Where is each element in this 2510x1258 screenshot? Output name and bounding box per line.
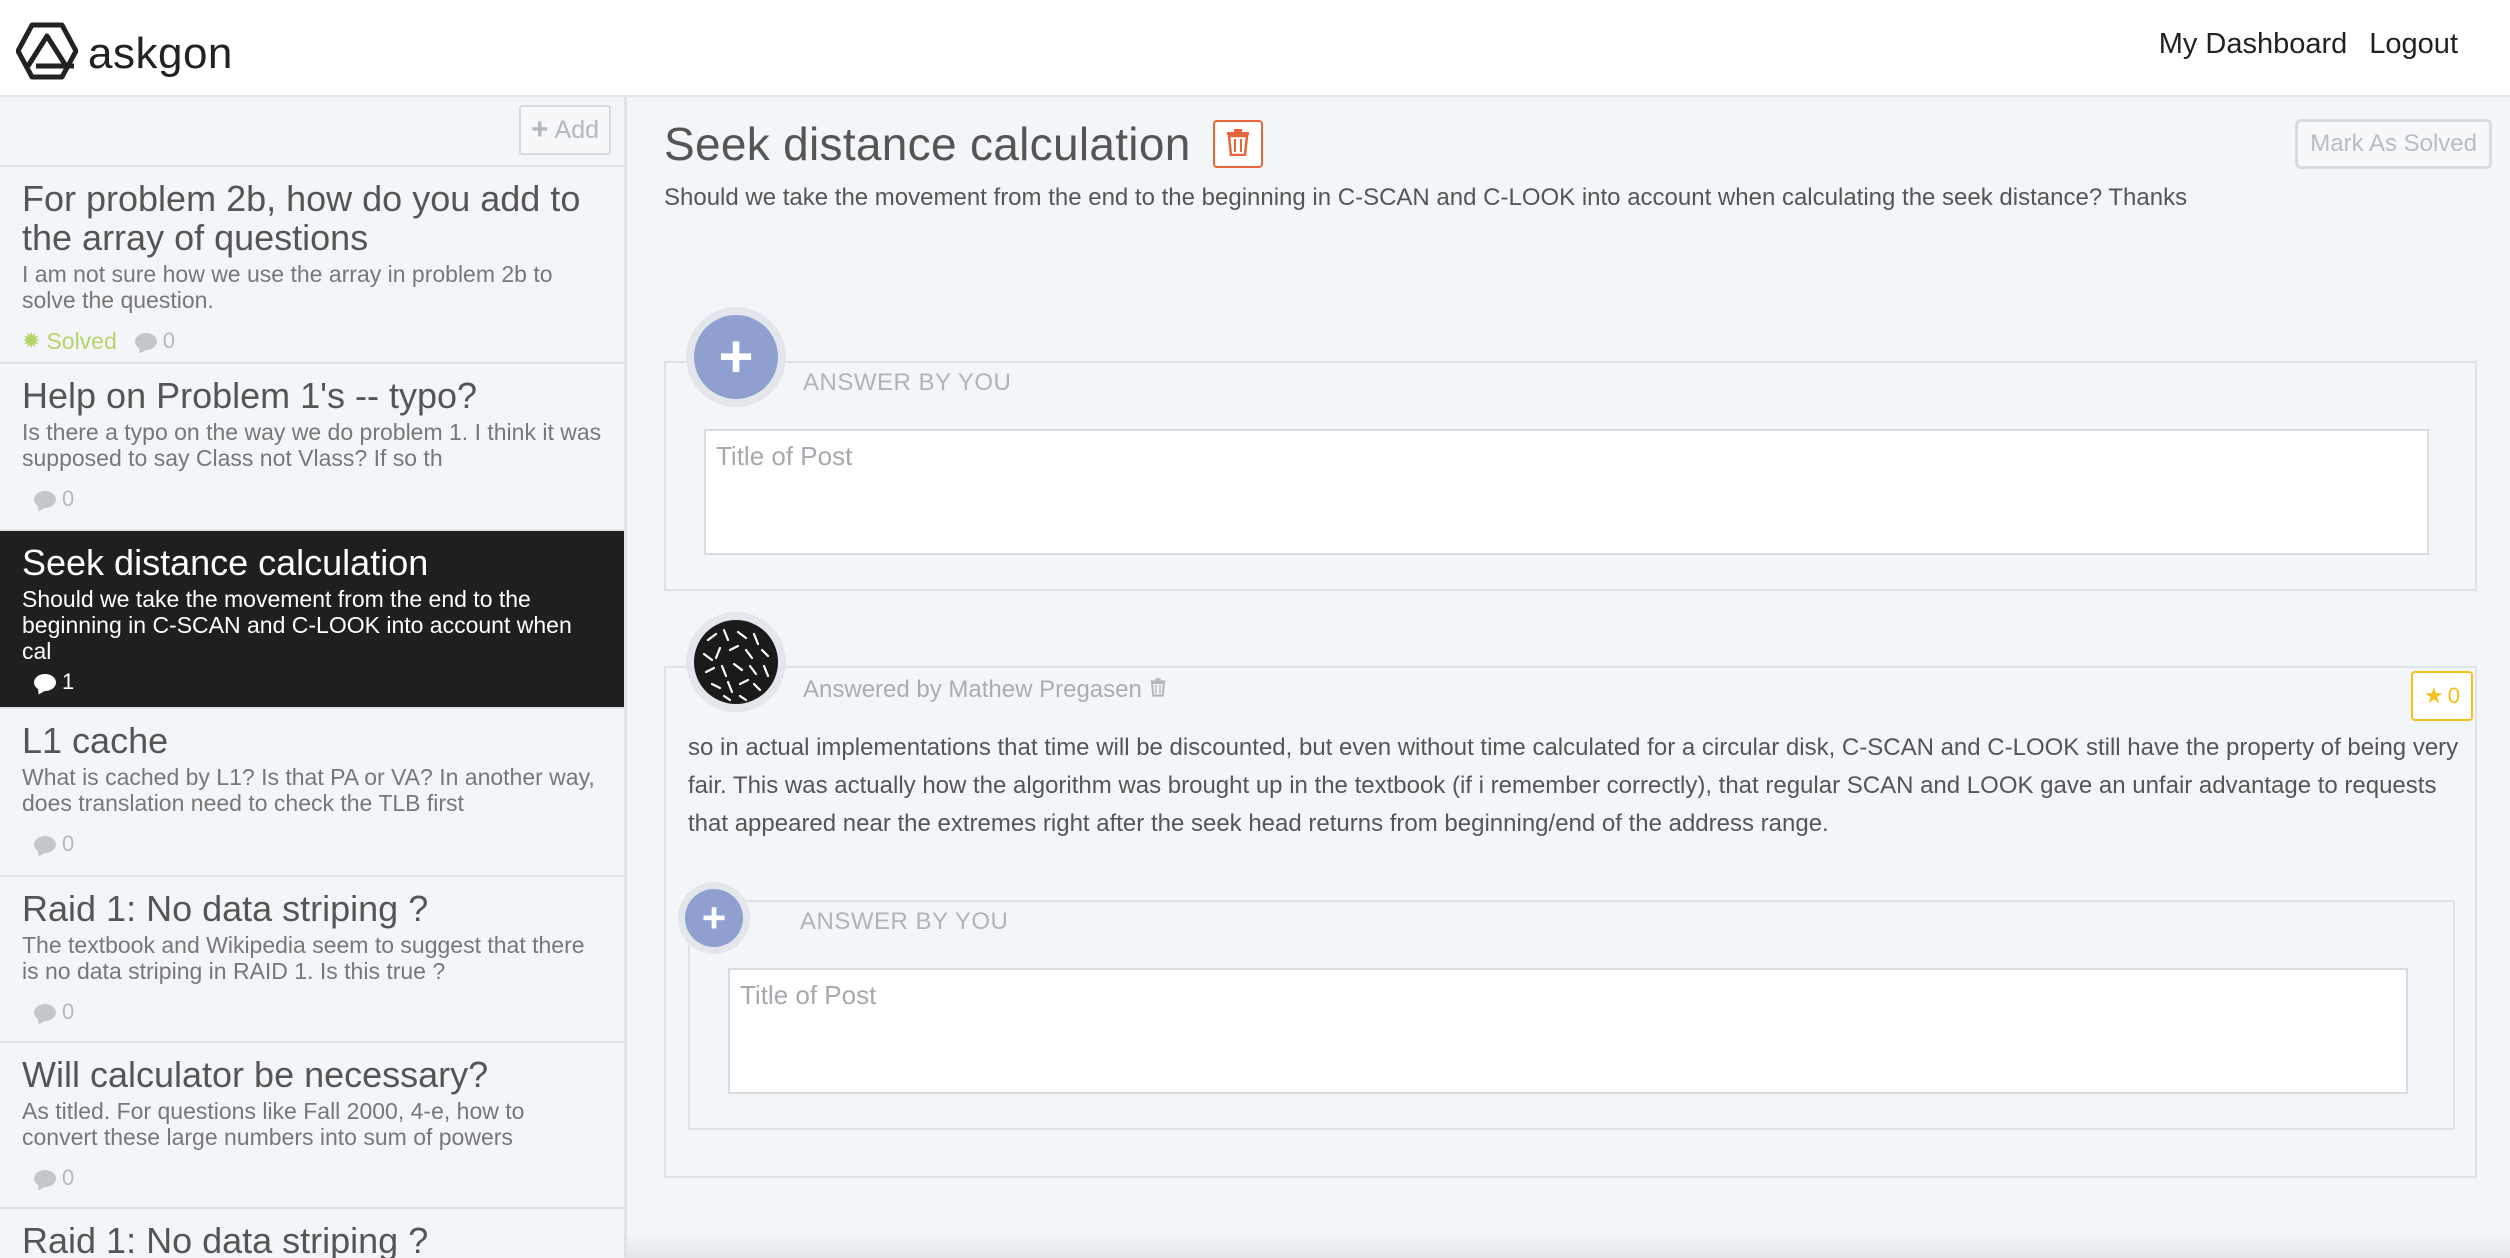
answer-card: Answered by Mathew Pregasen ★ 0 so in ac… <box>664 666 2477 1178</box>
question-item-meta: 0 <box>22 998 604 1026</box>
comment-icon <box>34 835 56 853</box>
reply-title-input[interactable] <box>728 968 2408 1094</box>
question-item-meta: 0 <box>22 485 604 513</box>
gear-icon: ✹ <box>22 328 41 353</box>
question-list-sidebar: + Add For problem 2b, how do you add to … <box>0 97 627 1258</box>
delete-question-button[interactable] <box>1212 120 1263 168</box>
avatar-image <box>694 620 778 704</box>
question-item-title: Seek distance calculation <box>22 542 429 583</box>
logout-link[interactable]: Logout <box>2369 28 2458 61</box>
my-dashboard-link[interactable]: My Dashboard <box>2159 28 2348 61</box>
add-question-button[interactable]: + Add <box>519 105 611 155</box>
comment-count: 0 <box>34 999 74 1025</box>
answer-author-name: Answered by Mathew Pregasen <box>803 676 1142 703</box>
answer-title-input[interactable] <box>704 429 2429 555</box>
hexagon-logo-icon <box>15 22 79 85</box>
plus-icon: + <box>530 113 549 146</box>
comment-count-value: 0 <box>62 486 75 511</box>
brand-name: askgon <box>88 28 233 78</box>
trash-icon <box>1226 128 1250 161</box>
answer-author: Answered by Mathew Pregasen <box>803 676 1166 704</box>
question-header: Seek distance calculation <box>664 117 1263 171</box>
bottom-shadow <box>627 1232 2510 1258</box>
add-label: Add <box>554 115 599 144</box>
question-item-meta: ✹ Solved 0 <box>22 327 604 355</box>
question-list-item[interactable]: Raid 1: No data striping ? The textbook … <box>0 877 624 1043</box>
comment-icon <box>34 1169 56 1187</box>
comment-count-value: 0 <box>62 831 75 856</box>
question-detail-panel: Seek distance calculation Mark As Solved… <box>627 97 2510 1258</box>
question-item-snippet: What is cached by L1? Is that PA or VA? … <box>22 764 595 816</box>
question-item-meta: 0 <box>22 1164 604 1192</box>
delete-answer-trash-icon[interactable] <box>1150 676 1166 704</box>
comment-count-value: 0 <box>162 328 176 353</box>
brand-logo[interactable]: askgon <box>15 22 233 85</box>
sidebar-header: + Add <box>0 97 624 167</box>
comment-count: 0 <box>34 1165 74 1191</box>
comment-icon <box>34 490 56 508</box>
add-answer-button[interactable]: + <box>686 307 786 407</box>
question-item-snippet: Is there a typo on the way we do problem… <box>22 419 602 471</box>
comment-count-value: 0 <box>62 1165 75 1190</box>
star-answer-button[interactable]: ★ 0 <box>2411 671 2473 721</box>
solved-badge: ✹ Solved <box>22 328 117 355</box>
mark-as-solved-button[interactable]: Mark As Solved <box>2295 119 2492 169</box>
question-list-item[interactable]: Raid 1: No data striping ? <box>0 1209 624 1258</box>
comment-icon <box>34 673 56 691</box>
question-item-meta: 0 <box>22 830 604 858</box>
reply-by-you-label: ANSWER BY YOU <box>800 908 1009 935</box>
question-list-item-active[interactable]: Seek distance calculation Should we take… <box>0 531 624 709</box>
question-item-title: Raid 1: No data striping ? <box>22 1220 429 1258</box>
answer-by-you-label: ANSWER BY YOU <box>803 369 1012 396</box>
question-list-item[interactable]: Help on Problem 1's -- typo? Is there a … <box>0 364 624 531</box>
question-item-title: Help on Problem 1's -- typo? <box>22 375 478 416</box>
star-count: 0 <box>2447 683 2460 708</box>
comment-count-value: 1 <box>62 669 75 694</box>
answer-author-avatar <box>686 612 786 712</box>
question-list-item[interactable]: For problem 2b, how do you add to the ar… <box>0 167 624 364</box>
answer-form: ANSWER BY YOU <box>664 361 2477 591</box>
question-item-snippet: I am not sure how we use the array in pr… <box>22 261 553 313</box>
comment-icon <box>134 332 157 350</box>
question-item-title: L1 cache <box>22 720 169 761</box>
reply-form: ANSWER BY YOU <box>688 900 2455 1130</box>
question-body: Should we take the movement from the end… <box>664 184 2188 211</box>
question-list-item[interactable]: L1 cache What is cached by L1? Is that P… <box>0 709 624 877</box>
question-item-snippet: Should we take the movement from the end… <box>22 586 572 664</box>
plus-icon: + <box>694 315 778 399</box>
question-item-title: Raid 1: No data striping ? <box>22 888 429 929</box>
comment-count: 0 <box>34 486 74 512</box>
answer-text: so in actual implementations that time w… <box>688 734 2459 837</box>
top-navbar: askgon My Dashboard Logout <box>0 0 2510 97</box>
question-list-item[interactable]: Will calculator be necessary? As titled.… <box>0 1043 624 1209</box>
nav-links: My Dashboard Logout <box>2159 28 2458 61</box>
plus-icon: + <box>685 889 743 947</box>
comment-count-value: 0 <box>62 999 75 1024</box>
comment-icon <box>34 1003 56 1021</box>
question-item-meta: 1 <box>22 668 604 696</box>
star-icon: ★ <box>2424 683 2444 708</box>
question-item-title: For problem 2b, how do you add to the ar… <box>22 178 581 258</box>
question-item-snippet: As titled. For questions like Fall 2000,… <box>22 1098 525 1150</box>
comment-count: 0 <box>134 328 176 354</box>
question-item-title: Will calculator be necessary? <box>22 1054 489 1095</box>
add-reply-button[interactable]: + <box>678 882 750 954</box>
solved-label: Solved <box>46 327 117 354</box>
question-item-snippet: The textbook and Wikipedia seem to sugge… <box>22 932 585 984</box>
comment-count: 1 <box>34 669 74 695</box>
comment-count: 0 <box>34 831 74 857</box>
question-title: Seek distance calculation <box>664 118 1191 170</box>
